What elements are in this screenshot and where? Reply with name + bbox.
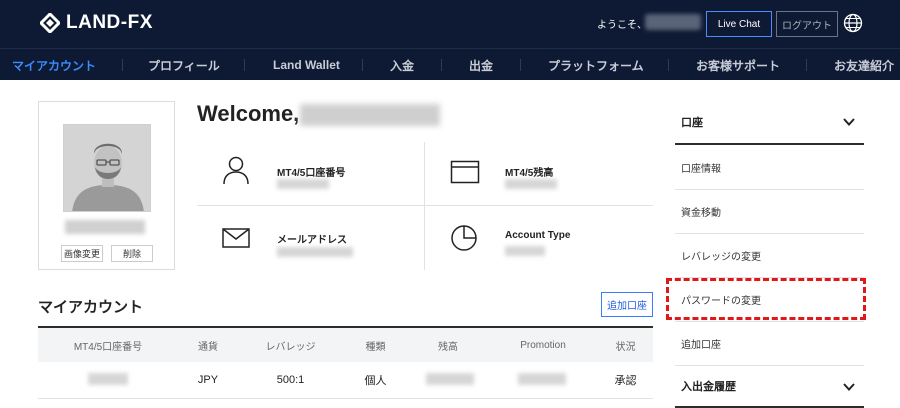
accounts-table-header: MT4/5口座番号 通貨 レバレッジ 種類 残高 Promotion 状況 [38, 326, 653, 362]
sidebar-item-fund-transfer[interactable]: 資金移動 [675, 190, 864, 234]
account-type-label: Account Type [505, 230, 571, 241]
top-bar: LAND-FX ようこそ、 Live Chat ログアウト [0, 0, 900, 48]
nav-separator [441, 59, 442, 71]
nav-separator [806, 59, 807, 71]
column-header: 状況 [615, 341, 636, 353]
nav-separator [362, 59, 363, 71]
row-leverage: 500:1 [276, 374, 305, 386]
row-status: 承認 [614, 375, 637, 387]
nav-profile[interactable]: プロフィール [148, 49, 220, 81]
add-account-button[interactable]: 追加口座 [601, 292, 653, 317]
nav-separator [520, 59, 521, 71]
profile-card: 画像変更 削除 [38, 101, 175, 270]
table-row-divider [38, 398, 653, 399]
logo-diamond-icon [40, 13, 60, 33]
email-label: メールアドレス [277, 235, 347, 246]
account-type-redacted [505, 246, 545, 256]
wallet-card-icon [450, 160, 480, 184]
info-grid-divider [424, 142, 425, 270]
nav-land-wallet[interactable]: Land Wallet [273, 49, 340, 81]
nav-support[interactable]: お客様サポート [696, 49, 780, 81]
column-header: MT4/5口座番号 [73, 341, 143, 353]
welcome-name-redacted [300, 104, 440, 126]
sidebar-item-password-change[interactable]: パスワードの変更 [675, 278, 864, 322]
sidebar-item-additional-account[interactable]: 追加口座 [675, 322, 864, 366]
main-nav: マイアカウント プロフィール Land Wallet 入金 出金 プラットフォー… [0, 48, 900, 80]
account-number-redacted [277, 179, 329, 189]
nav-separator [668, 59, 669, 71]
sidebar-item-leverage-change[interactable]: レバレッジの変更 [675, 234, 864, 278]
nav-deposit[interactable]: 入金 [390, 49, 414, 81]
column-header: レバレッジ [265, 341, 316, 353]
nav-platform[interactable]: プラットフォーム [548, 49, 644, 81]
logout-button[interactable]: ログアウト [776, 11, 838, 37]
pie-chart-icon [451, 225, 477, 251]
balance-redacted [505, 179, 557, 189]
nav-my-account[interactable]: マイアカウント [12, 49, 96, 81]
row-promotion-redacted [518, 373, 566, 385]
my-accounts-title: マイアカウント [38, 299, 144, 316]
sidebar-section-label: 入出金履歴 [681, 381, 736, 393]
email-redacted [277, 247, 353, 257]
balance-label: MT4/5残高 [505, 168, 554, 179]
column-header: Promotion [520, 339, 566, 351]
welcome-title: Welcome, [197, 101, 300, 126]
user-name-redacted [645, 14, 701, 30]
chevron-down-icon [843, 383, 855, 391]
logo-text: LAND-FX [66, 12, 153, 33]
row-balance-redacted [426, 373, 474, 385]
info-grid-divider [197, 205, 653, 206]
sidebar-section-account[interactable]: 口座 [675, 101, 864, 145]
row-type: 個人 [364, 375, 387, 387]
user-icon [223, 156, 249, 185]
welcome-greeting: ようこそ、 [597, 20, 647, 31]
nav-referral[interactable]: お友達紹介 [834, 49, 894, 81]
account-number-label: MT4/5口座番号 [277, 168, 346, 179]
globe-icon[interactable] [843, 13, 863, 33]
user-placeholder-icon [64, 125, 150, 211]
row-account-number-redacted [88, 373, 128, 385]
logo[interactable]: LAND-FX [40, 11, 153, 35]
nav-withdraw[interactable]: 出金 [469, 49, 493, 81]
mail-icon [222, 228, 250, 248]
column-header: 種類 [365, 341, 386, 353]
change-image-button[interactable]: 画像変更 [61, 245, 103, 262]
profile-name-redacted [65, 220, 145, 234]
row-currency: JPY [197, 374, 219, 386]
column-header: 通貨 [198, 341, 218, 353]
chevron-down-icon [843, 118, 855, 126]
sidebar-item-account-info[interactable]: 口座情報 [675, 146, 864, 190]
nav-separator [122, 59, 123, 71]
live-chat-button[interactable]: Live Chat [706, 11, 772, 37]
avatar [63, 124, 151, 212]
sidebar-section-label: 口座 [681, 117, 703, 129]
nav-separator [244, 59, 245, 71]
column-header: 残高 [438, 341, 458, 353]
sidebar-section-history[interactable]: 入出金履歴 [675, 366, 864, 408]
delete-image-button[interactable]: 削除 [111, 245, 153, 262]
